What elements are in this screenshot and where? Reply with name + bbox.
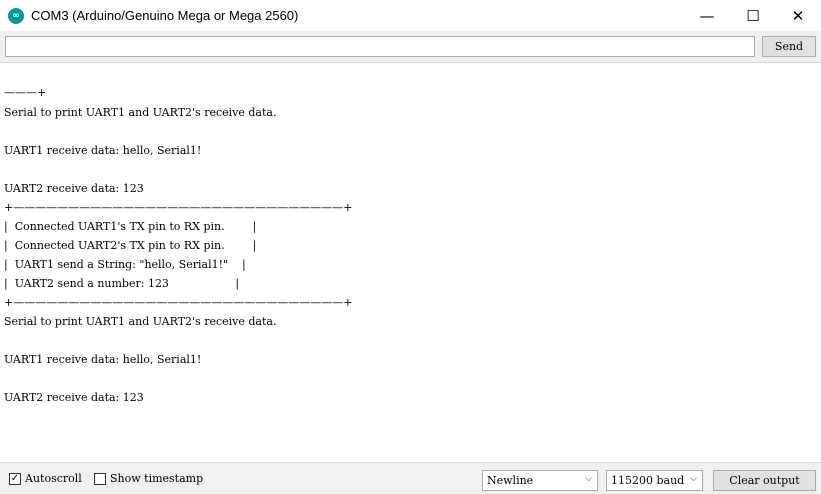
send-row: Send: [0, 31, 821, 62]
output-line: Serial to print UART1 and UART2's receiv…: [4, 315, 277, 328]
arduino-logo-icon: ∞: [8, 7, 24, 24]
window-title: COM3 (Arduino/Genuino Mega or Mega 2560): [31, 8, 299, 23]
chevron-down-icon: ⌵: [585, 474, 592, 484]
output-line: +——————————————————————————————+: [4, 201, 353, 214]
output-line: ———+: [4, 86, 47, 99]
send-button[interactable]: Send: [762, 36, 816, 57]
show-timestamp-checkbox[interactable]: Show timestamp: [94, 472, 203, 485]
checkbox-empty-icon: [94, 472, 106, 485]
output-line: Serial to print UART1 and UART2's receiv…: [4, 106, 277, 119]
close-button[interactable]: ✕: [775, 0, 821, 31]
clear-output-button[interactable]: Clear output: [713, 470, 816, 491]
serial-input[interactable]: [5, 36, 755, 57]
bottom-bar: ✓ Autoscroll Show timestamp Newline ⌵ 11…: [0, 462, 821, 494]
baud-rate-value: 115200 baud: [611, 474, 685, 487]
output-line: +——————————————————————————————+: [4, 296, 353, 309]
maximize-button[interactable]: ☐: [730, 0, 776, 31]
output-line: UART2 receive data: 123: [4, 182, 144, 195]
line-ending-value: Newline: [487, 474, 534, 487]
output-line: UART2 receive data: 123: [4, 391, 144, 404]
chevron-down-icon: ⌵: [690, 474, 697, 484]
output-line: UART1 receive data: hello, Serial1!: [4, 144, 202, 157]
autoscroll-checkbox[interactable]: ✓ Autoscroll: [9, 472, 82, 485]
output-line: | UART2 send a number: 123 |: [4, 277, 240, 290]
autoscroll-label: Autoscroll: [25, 472, 82, 485]
serial-output[interactable]: ———+ Serial to print UART1 and UART2's r…: [0, 62, 821, 462]
title-bar: ∞ COM3 (Arduino/Genuino Mega or Mega 256…: [0, 0, 821, 31]
show-timestamp-label: Show timestamp: [110, 472, 204, 485]
output-line: | Connected UART1's TX pin to RX pin. |: [4, 220, 257, 233]
line-ending-select[interactable]: Newline ⌵: [482, 470, 598, 491]
baud-rate-select[interactable]: 115200 baud ⌵: [606, 470, 703, 491]
output-line: | Connected UART2's TX pin to RX pin. |: [4, 239, 257, 252]
minimize-button[interactable]: —: [684, 0, 730, 31]
check-icon: ✓: [9, 472, 21, 485]
output-line: UART1 receive data: hello, Serial1!: [4, 353, 202, 366]
output-line: | UART1 send a String: "hello, Serial1!"…: [4, 258, 246, 271]
